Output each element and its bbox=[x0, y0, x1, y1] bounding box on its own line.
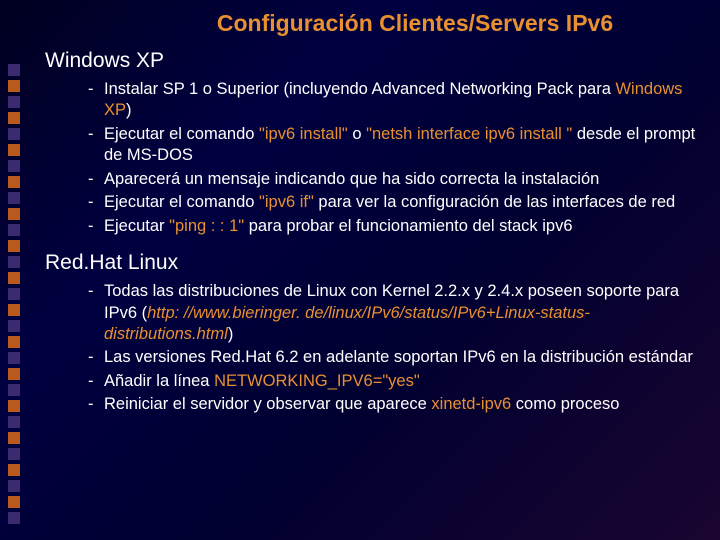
bullet-list-redhat: Todas las distribuciones de Linux con Ke… bbox=[50, 281, 700, 416]
list-item: Añadir la línea NETWORKING_IPV6="yes" bbox=[92, 371, 700, 392]
list-item: Aparecerá un mensaje indicando que ha si… bbox=[92, 169, 700, 190]
bullet-list-windows: Instalar SP 1 o Superior (incluyendo Adv… bbox=[50, 79, 700, 237]
list-item: Ejecutar el comando "ipv6 install" o "ne… bbox=[92, 124, 700, 167]
list-item: Ejecutar "ping : : 1" para probar el fun… bbox=[92, 216, 700, 237]
section-heading-redhat: Red.Hat Linux bbox=[45, 251, 700, 275]
section-heading-windows: Windows XP bbox=[45, 49, 700, 73]
list-item: Todas las distribuciones de Linux con Ke… bbox=[92, 281, 700, 345]
list-item: Ejecutar el comando "ipv6 if" para ver l… bbox=[92, 192, 700, 213]
slide-title: Configuración Clientes/Servers IPv6 bbox=[130, 10, 700, 37]
list-item: Reiniciar el servidor y observar que apa… bbox=[92, 394, 700, 415]
list-item: Instalar SP 1 o Superior (incluyendo Adv… bbox=[92, 79, 700, 122]
slide-content: Configuración Clientes/Servers IPv6 Wind… bbox=[0, 0, 720, 438]
list-item: Las versiones Red.Hat 6.2 en adelante so… bbox=[92, 347, 700, 368]
